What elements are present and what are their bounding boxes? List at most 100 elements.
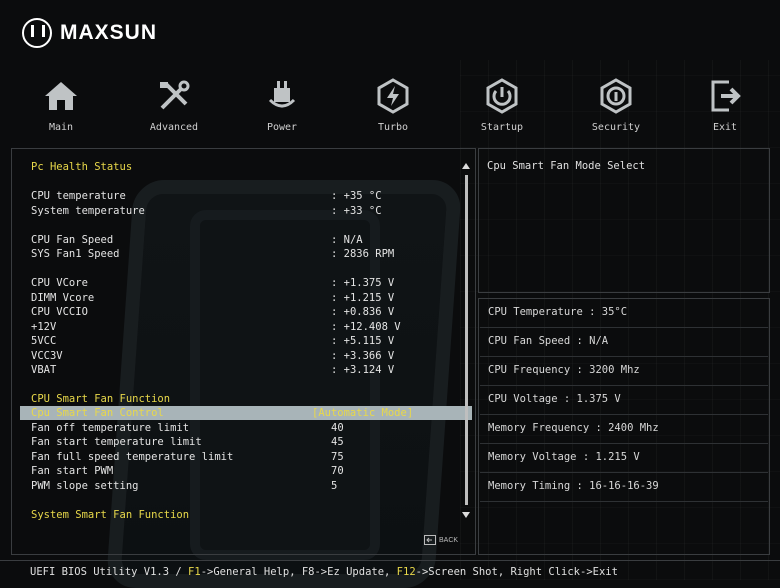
- info-cpu-frequency: CPU Frequency : 3200 Mhz: [488, 364, 640, 376]
- scroll-up-arrow-icon[interactable]: [462, 163, 470, 169]
- row-value: 40: [331, 422, 344, 434]
- system-info-panel: CPU Temperature : 35°C CPU Fan Speed : N…: [478, 298, 770, 555]
- info-memory-timing: Memory Timing : 16-16-16-39: [488, 480, 659, 492]
- row-value: : +3.366 V: [331, 350, 395, 362]
- row-value: 75: [331, 451, 344, 463]
- fan-row-start-temperature[interactable]: Fan start temperature limit 45: [31, 435, 344, 449]
- tab-label: Power: [266, 122, 298, 133]
- status-bar: UEFI BIOS Utility V1.3 / F1->General Hel…: [0, 560, 780, 586]
- info-memory-voltage: Memory Voltage : 1.215 V: [488, 451, 640, 463]
- tab-label: Advanced: [149, 122, 199, 133]
- row-label: CPU VCore: [31, 277, 88, 289]
- fan-row-start-pwm[interactable]: Fan start PWM 70: [31, 464, 344, 478]
- row-value: 45: [331, 436, 344, 448]
- tab-label: Main: [48, 122, 74, 133]
- fan-row-off-temperature[interactable]: Fan off temperature limit 40: [31, 421, 344, 435]
- tab-startup[interactable]: Startup: [462, 78, 542, 133]
- row-label: System temperature: [31, 205, 145, 217]
- row-label: Fan full speed temperature limit: [31, 451, 234, 463]
- tab-advanced[interactable]: Advanced: [134, 78, 214, 133]
- tab-security[interactable]: Security: [576, 78, 656, 133]
- divider: [480, 443, 768, 444]
- back-arrow-icon: [424, 535, 436, 545]
- tab-exit[interactable]: Exit: [685, 78, 765, 133]
- row-value: : +1.215 V: [331, 292, 395, 304]
- row-label: +12V: [31, 321, 57, 333]
- row-value: : +33 °C: [331, 205, 382, 217]
- row-label: DIMM Vcore: [31, 292, 95, 304]
- scroll-down-arrow-icon[interactable]: [462, 512, 470, 518]
- row-value: 5: [331, 480, 338, 492]
- health-row-cpu-vcore: CPU VCore : +1.375 V: [31, 276, 394, 290]
- row-label: SYS Fan1 Speed: [31, 248, 120, 260]
- health-row-cpu-vccio: CPU VCCIO : +0.836 V: [31, 305, 394, 319]
- row-value: : +3.124 V: [331, 364, 395, 376]
- info-memory-frequency: Memory Frequency : 2400 Mhz: [488, 422, 659, 434]
- divider: [480, 501, 768, 502]
- settings-panel: Pc Health Status CPU temperature : +35 °C…: [11, 148, 476, 555]
- row-label: VCC3V: [31, 350, 63, 362]
- row-label: Fan start temperature limit: [31, 436, 202, 448]
- health-row-system-temperature: System temperature : +33 °C: [31, 204, 382, 218]
- row-label: CPU VCCIO: [31, 306, 88, 318]
- back-button[interactable]: BACK: [424, 535, 458, 545]
- section-title-pc-health: Pc Health Status: [31, 161, 133, 173]
- status-help-text: UEFI BIOS Utility V1.3 / F1->General Hel…: [30, 566, 618, 578]
- row-value: 70: [331, 465, 344, 477]
- cpu-smart-fan-control-option[interactable]: Cpu Smart Fan Control [Automatic Mode]: [20, 406, 472, 420]
- row-label: CPU temperature: [31, 190, 126, 202]
- status-prefix: UEFI BIOS Utility V1.3 /: [30, 566, 189, 578]
- startup-power-icon: [484, 78, 520, 114]
- row-value: : +12.408 V: [331, 321, 401, 333]
- tab-label: Startup: [480, 122, 524, 133]
- fan-row-full-speed-temperature[interactable]: Fan full speed temperature limit 75: [31, 450, 344, 464]
- health-row-cpu-temperature: CPU temperature : +35 °C: [31, 189, 382, 203]
- row-value: : +5.115 V: [331, 335, 395, 347]
- option-label: Cpu Smart Fan Control: [31, 407, 164, 419]
- health-row-5vcc: 5VCC: +5.115 V: [31, 334, 394, 348]
- tab-label: Exit: [712, 122, 738, 133]
- brand-name: MAXSUN: [60, 21, 158, 44]
- row-value: : 2836 RPM: [331, 248, 395, 260]
- row-value: : +35 °C: [331, 190, 382, 202]
- status-text-1: ->General Help, F8->Ez Update,: [200, 566, 397, 578]
- section-title-system-smart-fan[interactable]: System Smart Fan Function: [31, 508, 189, 522]
- tab-label: Turbo: [377, 122, 409, 133]
- health-row-sys-fan1: SYS Fan1 Speed : 2836 RPM: [31, 247, 394, 261]
- tab-main[interactable]: Main: [21, 78, 101, 133]
- power-plug-icon: [264, 78, 300, 114]
- section-title-cpu-smart-fan: CPU Smart Fan Function: [31, 393, 171, 405]
- health-row-vbat: VBAT : +3.124 V: [31, 363, 394, 377]
- status-key-f12: F12: [396, 566, 416, 578]
- turbo-bolt-icon: [375, 78, 411, 114]
- exit-icon: [707, 78, 743, 114]
- row-label: Fan start PWM: [31, 465, 114, 477]
- settings-scrollbar[interactable]: [462, 163, 471, 518]
- health-row-12v: +12V : +12.408 V: [31, 320, 401, 334]
- back-label: BACK: [439, 536, 459, 544]
- divider: [480, 356, 768, 357]
- divider: [480, 472, 768, 473]
- info-cpu-voltage: CPU Voltage : 1.375 V: [488, 393, 621, 405]
- help-description: Cpu Smart Fan Mode Select: [487, 160, 646, 172]
- fan-row-pwm-slope[interactable]: PWM slope setting 5: [31, 479, 337, 493]
- brand-logo: MAXSUN: [22, 18, 157, 48]
- row-label: PWM slope setting: [31, 480, 139, 492]
- scroll-thumb[interactable]: [465, 175, 468, 505]
- tab-turbo[interactable]: Turbo: [353, 78, 433, 133]
- info-cpu-fan-speed: CPU Fan Speed : N/A: [488, 335, 609, 347]
- security-shield-icon: [598, 78, 634, 114]
- status-text-2: ->Screen Shot, Right Click->Exit: [415, 566, 618, 578]
- row-value: : +0.836 V: [331, 306, 395, 318]
- health-row-dimm-vcore: DIMM Vcore : +1.215 V: [31, 291, 394, 305]
- option-value: [Automatic Mode]: [312, 407, 414, 419]
- info-cpu-temperature: CPU Temperature : 35°C: [488, 306, 628, 318]
- status-key-f1: F1: [188, 566, 201, 578]
- tab-label: Security: [591, 122, 641, 133]
- row-label: CPU Fan Speed: [31, 234, 114, 246]
- row-label: VBAT: [31, 364, 57, 376]
- row-value: : +1.375 V: [331, 277, 395, 289]
- row-value: : N/A: [331, 234, 363, 246]
- tools-icon: [156, 78, 192, 114]
- tab-power[interactable]: Power: [242, 78, 322, 133]
